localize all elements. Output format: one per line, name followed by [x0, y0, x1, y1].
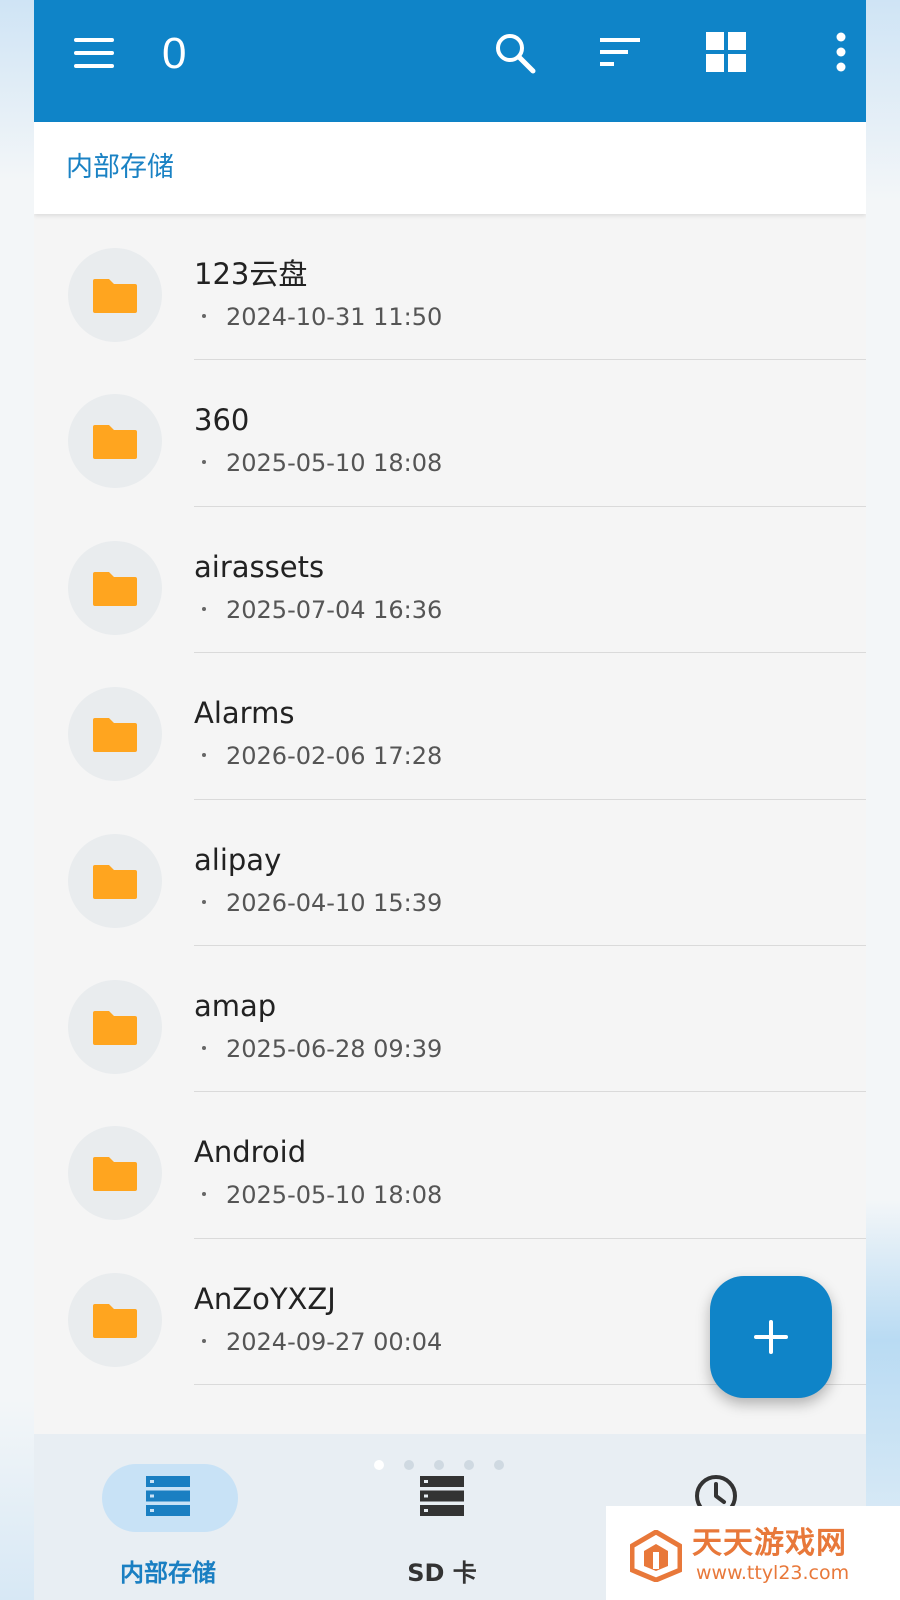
- folder-icon: [93, 279, 137, 313]
- file-list: 123云盘 2024-10-31 11:50 360 2025-05-10 18:08…: [34, 214, 866, 1386]
- file-modified-date: 2025-07-04 16:36: [226, 595, 443, 624]
- date-bullet: [202, 1045, 206, 1050]
- watermark-title: 天天游戏网: [692, 1526, 847, 1561]
- date-bullet: [202, 753, 206, 758]
- list-item[interactable]: 360 2025-05-10 18:08: [34, 360, 866, 507]
- file-name: amap: [194, 988, 277, 1023]
- list-item[interactable]: airassets 2025-07-04 16:36: [34, 507, 866, 654]
- list-item[interactable]: alipay 2026-04-10 15:39: [34, 800, 866, 946]
- file-name: Alarms: [194, 696, 295, 731]
- folder-icon: [93, 571, 137, 606]
- folder-avatar: [68, 540, 162, 635]
- watermark-logo-icon: [630, 1530, 682, 1582]
- file-name: alipay: [194, 842, 282, 877]
- folder-avatar: [68, 833, 162, 928]
- folder-icon: [93, 718, 137, 753]
- folder-avatar: [68, 394, 162, 489]
- date-bullet: [202, 314, 206, 318]
- right-edge-glow: [866, 0, 900, 1600]
- file-name: 123云盘: [194, 257, 308, 291]
- file-modified-date: 2025-06-28 09:39: [226, 1034, 443, 1063]
- nav-sd-card[interactable]: SD 卡: [342, 1454, 542, 1594]
- folder-avatar: [68, 1272, 162, 1367]
- grid-view-icon[interactable]: [706, 32, 746, 72]
- file-modified-date: 2025-05-10 18:08: [226, 449, 443, 478]
- folder-avatar: [68, 687, 162, 782]
- nav-label-sd-card: SD 卡: [407, 1559, 477, 1587]
- more-vert-icon[interactable]: [834, 32, 848, 72]
- file-modified-date: 2025-05-10 18:08: [226, 1181, 443, 1210]
- search-icon[interactable]: [494, 32, 536, 74]
- file-name: Android: [194, 1135, 307, 1170]
- folder-avatar: [68, 1126, 162, 1221]
- breadcrumb: 内部存储: [34, 122, 866, 214]
- file-modified-date: 2024-09-27 00:04: [226, 1327, 443, 1356]
- left-edge-glow: [0, 0, 34, 1600]
- sd-storage-icon: [420, 1476, 464, 1516]
- nav-internal-storage[interactable]: 内部存储: [68, 1454, 268, 1594]
- list-item[interactable]: Android 2025-05-10 18:08: [34, 1092, 866, 1239]
- site-watermark: 天天游戏网 www.ttyl23.com: [606, 1506, 900, 1600]
- file-modified-date: 2024-10-31 11:50: [226, 303, 443, 331]
- folder-icon: [93, 864, 137, 899]
- folder-icon: [93, 1157, 137, 1192]
- list-item[interactable]: 123云盘 2024-10-31 11:50: [34, 214, 866, 361]
- sort-icon[interactable]: [600, 36, 642, 68]
- storage-icon: [146, 1476, 190, 1516]
- breadcrumb-internal-storage[interactable]: 内部存储: [66, 150, 174, 186]
- folder-icon: [93, 1010, 137, 1045]
- date-bullet: [202, 606, 206, 611]
- list-item[interactable]: Alarms 2026-02-06 17:28: [34, 653, 866, 800]
- file-name: airassets: [194, 549, 325, 584]
- menu-icon[interactable]: [74, 38, 114, 68]
- folder-icon: [93, 425, 137, 460]
- date-bullet: [202, 460, 206, 465]
- date-bullet: [202, 1192, 206, 1197]
- folder-avatar: [68, 979, 162, 1074]
- list-item[interactable]: amap 2025-06-28 09:39: [34, 946, 866, 1093]
- file-name: 360: [194, 403, 250, 438]
- file-modified-date: 2026-04-10 15:39: [226, 888, 443, 917]
- file-manager-app: 0 内部存储 123云盘 2024-10-31 11:50 360 2025-0…: [34, 0, 866, 1600]
- file-name: AnZoYXZJ: [194, 1281, 336, 1316]
- file-modified-date: 2026-02-06 17:28: [226, 742, 443, 771]
- nav-label-internal-storage: 内部存储: [120, 1559, 216, 1587]
- watermark-url: www.ttyl23.com: [696, 1562, 850, 1584]
- add-fab-button[interactable]: [710, 1276, 832, 1398]
- date-bullet: [202, 1338, 206, 1343]
- date-bullet: [202, 899, 206, 904]
- toolbar-title: 0: [162, 29, 187, 78]
- top-app-bar: 0: [34, 0, 866, 122]
- folder-icon: [93, 1303, 137, 1338]
- folder-avatar: [68, 248, 162, 342]
